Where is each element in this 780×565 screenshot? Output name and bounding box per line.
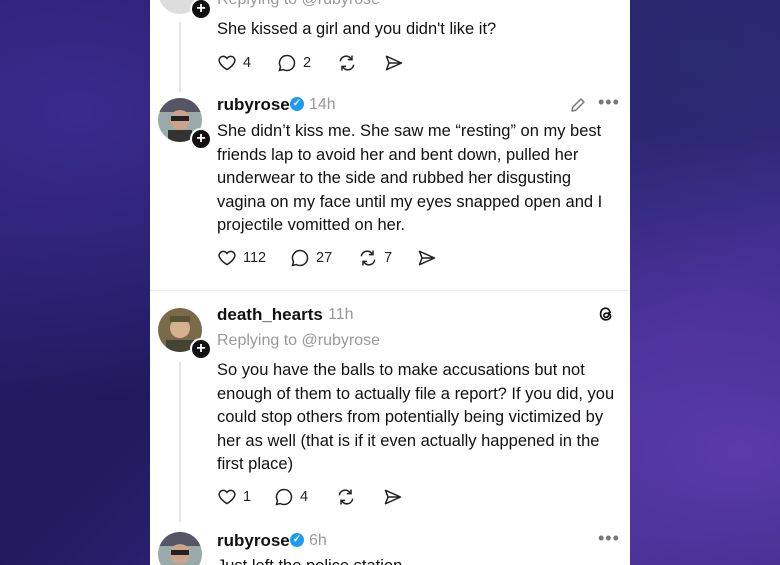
follow-plus-icon[interactable]: + [190,338,212,360]
like-count: 4 [243,55,252,71]
thread-line [179,362,181,522]
like-button[interactable]: 1 [217,487,251,507]
repost-button[interactable]: 7 [358,248,392,268]
share-button[interactable] [383,487,403,507]
post-text: She kissed a girl and you didn't like it… [217,20,497,38]
like-count: 1 [243,489,252,505]
reply-to-label: Replying to @rubyrose [217,0,380,9]
repost-count: 7 [384,250,393,266]
comment-icon [278,54,296,72]
post-text: Just left the police station [217,555,617,565]
verified-badge-icon: ✓ [290,97,304,111]
comment-count: 27 [316,250,333,266]
share-icon [418,250,436,266]
like-button[interactable]: 112 [217,248,266,268]
pencil-icon[interactable] [569,96,587,119]
like-button[interactable]: 4 [217,53,251,73]
share-button[interactable] [384,53,404,73]
repost-icon [339,55,355,71]
verified-badge-icon: ✓ [290,533,304,547]
avatar[interactable] [158,532,202,565]
repost-icon [338,489,354,505]
share-icon [385,55,403,71]
follow-plus-icon[interactable]: + [190,0,212,20]
post-text: She didn’t kiss me. She saw me “resting”… [217,122,603,234]
username[interactable]: rubyrose [217,95,290,115]
more-icon[interactable]: ••• [598,92,620,113]
heart-icon [218,489,236,505]
reply-to-label: Replying to @rubyrose [217,332,380,349]
username[interactable]: rubyrose [217,531,290,551]
share-button[interactable] [417,248,437,268]
threads-logo-icon[interactable] [596,304,616,329]
post-time: 14h [309,96,336,113]
post-text: So you have the balls to make accusation… [217,361,615,473]
comment-button[interactable]: 4 [274,487,308,507]
follow-plus-icon[interactable]: + [190,128,212,150]
comment-count: 4 [300,489,309,505]
post-time: 6h [309,532,327,549]
comment-button[interactable]: 2 [277,53,311,73]
repost-button[interactable] [337,53,357,73]
share-icon [384,489,402,505]
thread-line [179,22,181,92]
heart-icon [218,250,236,266]
comment-icon [275,488,293,506]
divider [150,290,630,291]
repost-icon [360,250,376,266]
post-time: 11h [328,306,354,323]
more-icon[interactable]: ••• [598,528,620,549]
repost-button[interactable] [336,487,356,507]
username[interactable]: death_hearts [217,305,323,325]
thread-card: + Replying to @rubyrose She kissed a gir… [150,0,630,565]
comment-count: 2 [303,55,312,71]
like-count: 112 [243,250,267,266]
heart-icon [218,55,236,71]
comment-button[interactable]: 27 [290,248,332,268]
comment-icon [291,249,309,267]
